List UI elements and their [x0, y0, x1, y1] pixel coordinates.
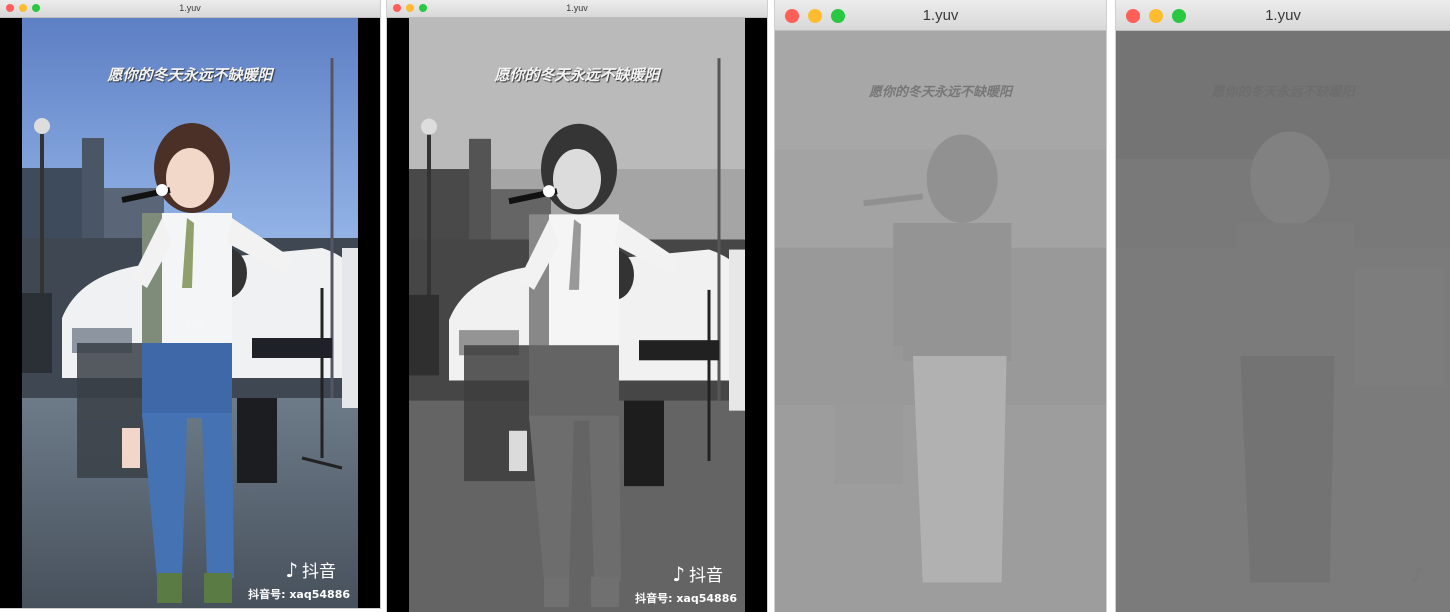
video-window-color: 1.yuv 3DM 愿你的冬天永远不缺暖阳 ♪ 抖音 抖音号: xaq54886	[0, 0, 380, 608]
window-title: 1.yuv	[179, 3, 201, 13]
title-bar[interactable]: 1.yuv	[387, 0, 767, 18]
title-bar[interactable]: 1.yuv	[775, 0, 1106, 31]
window-title: 1.yuv	[1265, 7, 1301, 24]
video-caption: 愿你的冬天永远不缺暖阳	[868, 85, 1012, 100]
close-button[interactable]	[393, 4, 401, 12]
video-window-chroma-u: 1.yuv 愿你的冬天永远不缺暖阳	[775, 0, 1106, 612]
musical-note-icon: ♪	[672, 562, 685, 586]
letterbox-right	[358, 18, 380, 608]
video-frame	[1116, 31, 1450, 612]
video-frame	[409, 18, 745, 612]
video-frame: 3DM	[22, 18, 358, 608]
video-canvas: 3DM 愿你的冬天永远不缺暖阳 ♪ 抖音 抖音号: xaq54886	[0, 18, 380, 608]
title-bar[interactable]: 1.yuv	[0, 0, 380, 18]
douyin-logo: ♪ 抖音	[285, 557, 336, 582]
close-button[interactable]	[6, 4, 14, 12]
video-caption: 愿你的冬天永远不缺暖阳	[494, 66, 660, 84]
letterbox-right	[745, 18, 767, 612]
douyin-logo: ♪	[1411, 562, 1428, 586]
video-window-chroma-v: 1.yuv 愿你的冬天永远不缺暖阳 ♪	[1116, 0, 1450, 612]
video-frame	[775, 31, 1106, 612]
zoom-button[interactable]	[831, 9, 845, 23]
video-caption: 愿你的冬天永远不缺暖阳	[1211, 85, 1355, 100]
zoom-button[interactable]	[32, 4, 40, 12]
douyin-app-name: 抖音	[689, 566, 723, 586]
video-canvas: 愿你的冬天永远不缺暖阳 ♪	[1116, 31, 1450, 612]
douyin-app-name: 抖音	[302, 562, 336, 582]
musical-note-icon: ♪	[1411, 562, 1424, 586]
zoom-button[interactable]	[1172, 9, 1186, 23]
letterbox-left	[0, 18, 22, 608]
minimize-button[interactable]	[406, 4, 414, 12]
video-canvas: 愿你的冬天永远不缺暖阳 ♪ 抖音 抖音号: xaq54886	[387, 18, 767, 612]
video-window-luma: 1.yuv 愿你的冬天永远不缺暖阳 ♪ 抖音 抖音号: xaq54886	[387, 0, 767, 612]
musical-note-icon: ♪	[285, 558, 298, 582]
zoom-button[interactable]	[419, 4, 427, 12]
close-button[interactable]	[785, 9, 799, 23]
window-title: 1.yuv	[922, 7, 959, 24]
douyin-logo: ♪ 抖音	[672, 561, 723, 586]
douyin-handle: 抖音号: xaq54886	[635, 592, 737, 605]
video-canvas: 愿你的冬天永远不缺暖阳	[775, 31, 1106, 612]
minimize-button[interactable]	[808, 9, 822, 23]
close-button[interactable]	[1126, 9, 1140, 23]
window-title: 1.yuv	[566, 3, 588, 13]
minimize-button[interactable]	[1149, 9, 1163, 23]
svg-text:3DM: 3DM	[185, 321, 205, 331]
title-bar[interactable]: 1.yuv	[1116, 0, 1450, 31]
letterbox-left	[387, 18, 409, 612]
minimize-button[interactable]	[19, 4, 27, 12]
video-caption: 愿你的冬天永远不缺暖阳	[107, 66, 273, 84]
douyin-handle: 抖音号: xaq54886	[248, 588, 350, 601]
